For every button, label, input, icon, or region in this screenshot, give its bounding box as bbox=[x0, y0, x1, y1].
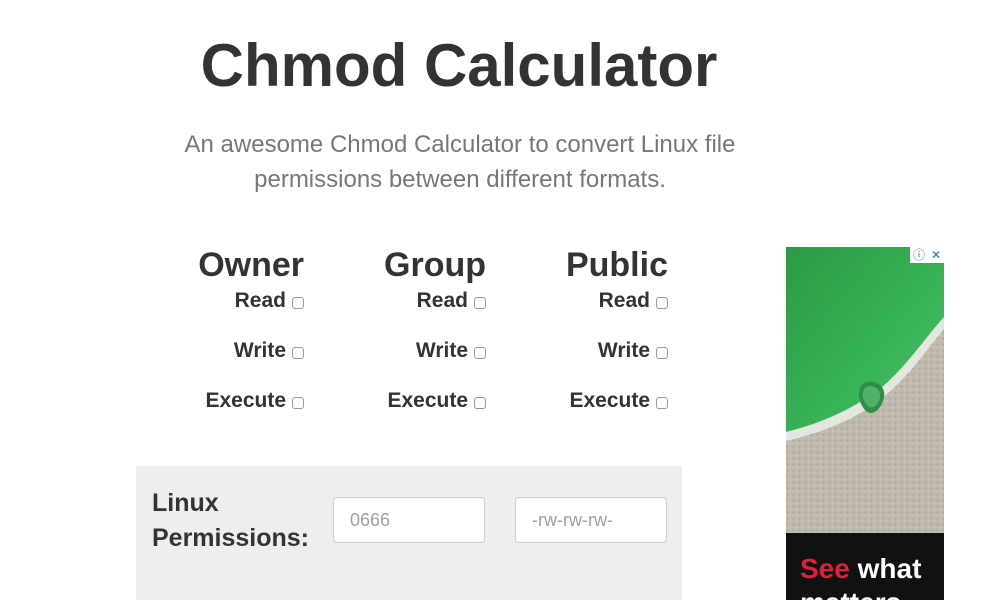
owner-execute-checkbox[interactable] bbox=[292, 397, 304, 409]
owner-write-row: Write bbox=[124, 326, 304, 376]
linux-permissions-label: Linux Permissions: bbox=[152, 489, 310, 552]
group-write-label[interactable]: Write bbox=[416, 339, 468, 363]
close-icon[interactable]: ✕ bbox=[931, 248, 941, 262]
group-read-label[interactable]: Read bbox=[417, 289, 468, 313]
page: Chmod Calculator An awesome Chmod Calcul… bbox=[0, 0, 1000, 600]
info-icon[interactable]: ⓘ bbox=[913, 248, 925, 262]
group-execute-label[interactable]: Execute bbox=[387, 389, 468, 413]
group-write-checkbox[interactable] bbox=[474, 347, 486, 359]
owner-execute-row: Execute bbox=[124, 376, 304, 426]
public-read-checkbox[interactable] bbox=[656, 297, 668, 309]
public-write-checkbox[interactable] bbox=[656, 347, 668, 359]
group-read-checkbox[interactable] bbox=[474, 297, 486, 309]
group-column: Group Read Write Execute bbox=[306, 244, 486, 440]
ad-controls: ⓘ ✕ bbox=[910, 247, 944, 263]
ad-image[interactable] bbox=[786, 247, 944, 533]
owner-read-label[interactable]: Read bbox=[235, 289, 286, 313]
advertisement[interactable]: ⓘ ✕ See what matters bbox=[786, 247, 944, 600]
ad-headline[interactable]: See what matters bbox=[800, 552, 944, 600]
owner-read-checkbox[interactable] bbox=[292, 297, 304, 309]
page-subtitle: An awesome Chmod Calculator to convert L… bbox=[184, 131, 736, 193]
public-write-row: Write bbox=[488, 326, 668, 376]
octal-permissions-input[interactable] bbox=[333, 497, 485, 543]
public-column: Public Read Write Execute bbox=[488, 244, 668, 440]
group-write-row: Write bbox=[306, 326, 486, 376]
owner-column: Owner Read Write Execute bbox=[124, 244, 304, 440]
public-execute-checkbox[interactable] bbox=[656, 397, 668, 409]
public-read-label[interactable]: Read bbox=[599, 289, 650, 313]
group-execute-row: Execute bbox=[306, 376, 486, 426]
owner-write-label[interactable]: Write bbox=[234, 339, 286, 363]
linux-permissions-panel: Linux Permissions: bbox=[136, 466, 682, 600]
ad-headline-accent: See bbox=[800, 553, 850, 584]
public-execute-row: Execute bbox=[488, 376, 668, 426]
public-write-label[interactable]: Write bbox=[598, 339, 650, 363]
public-execute-label[interactable]: Execute bbox=[569, 389, 650, 413]
group-execute-checkbox[interactable] bbox=[474, 397, 486, 409]
owner-execute-label[interactable]: Execute bbox=[205, 389, 286, 413]
page-title: Chmod Calculator bbox=[200, 32, 718, 99]
owner-write-checkbox[interactable] bbox=[292, 347, 304, 359]
symbolic-permissions-input[interactable] bbox=[515, 497, 667, 543]
